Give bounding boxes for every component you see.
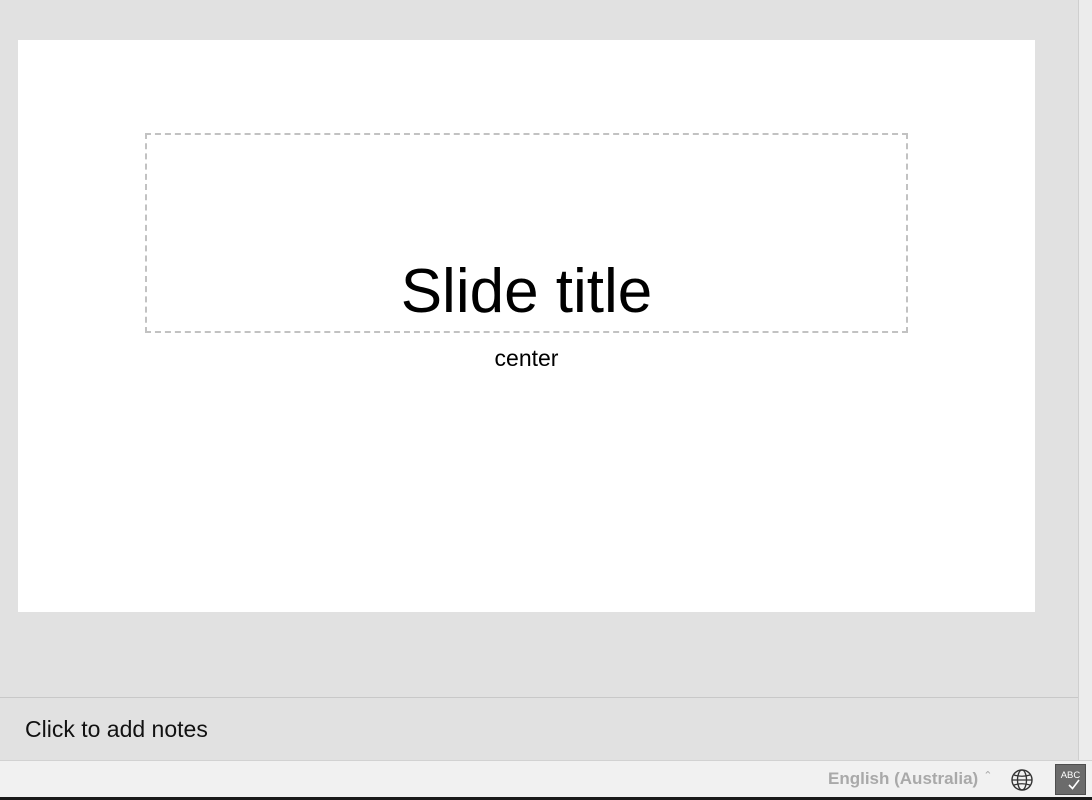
presentation-app: Slide title center Click to add notes En…	[0, 0, 1092, 800]
language-selector[interactable]: English (Australia) ⌃	[822, 765, 998, 793]
language-label: English (Australia)	[828, 769, 979, 788]
slide-title[interactable]: Slide title	[147, 257, 906, 327]
caret-up-icon: ⌃	[983, 769, 993, 782]
slide-editor-area: Slide title center	[0, 0, 1078, 697]
globe-button[interactable]	[1008, 766, 1036, 794]
spellcheck-icon: ABC	[1061, 770, 1081, 790]
notes-placeholder[interactable]: Click to add notes	[25, 715, 208, 743]
slide-canvas[interactable]: Slide title center	[18, 40, 1035, 612]
notes-pane[interactable]: Click to add notes	[0, 698, 1078, 760]
spellcheck-button[interactable]: ABC	[1055, 764, 1086, 795]
globe-icon	[1011, 769, 1033, 791]
title-placeholder-box[interactable]: Slide title	[145, 133, 908, 333]
spellcheck-abc-text: ABC	[1061, 770, 1081, 781]
status-bar: English (Australia) ⌃ ABC	[0, 760, 1092, 797]
slide-subtitle[interactable]: center	[145, 344, 908, 372]
vertical-scrollbar[interactable]	[1078, 0, 1092, 760]
